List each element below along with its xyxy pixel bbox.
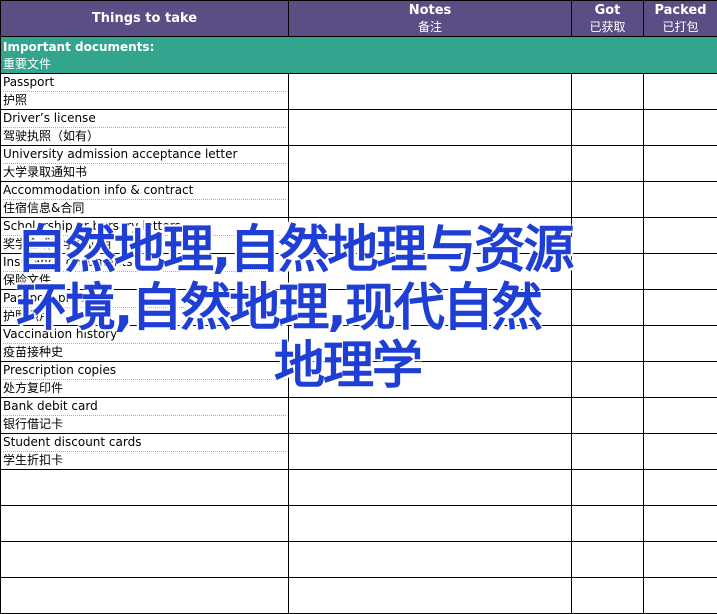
empty-cell[interactable] — [288, 469, 572, 506]
table-row: Driver’s license 驾驶执照（如有） — [0, 109, 717, 146]
empty-cell[interactable] — [0, 577, 289, 614]
notes-cell[interactable] — [288, 73, 572, 110]
empty-cell[interactable] — [643, 541, 717, 578]
checklist-table: Things to take Notes 备注 Got 已获取 Packed 已打包 … — [0, 0, 717, 614]
packed-cell[interactable] — [643, 361, 717, 398]
table-row: Scholarship or bursary letters 奖学金或助学金证明 — [0, 217, 717, 254]
packed-cell[interactable] — [643, 181, 717, 218]
section-title: Important documents: 重要文件 — [0, 36, 717, 74]
empty-cell[interactable] — [571, 577, 644, 614]
notes-cell[interactable] — [288, 217, 572, 254]
item-name-cell: Passport 护照 — [0, 73, 289, 110]
empty-row — [0, 505, 717, 542]
packed-cell[interactable] — [643, 145, 717, 182]
packed-cell[interactable] — [643, 433, 717, 470]
got-cell[interactable] — [571, 217, 644, 254]
notes-cell[interactable] — [288, 109, 572, 146]
empty-cell[interactable] — [0, 505, 289, 542]
table-row: Insurance documents 保险文件 — [0, 253, 717, 290]
notes-cell[interactable] — [288, 361, 572, 398]
item-name-cell: Insurance documents 保险文件 — [0, 253, 289, 290]
item-name-cell: Driver’s license 驾驶执照（如有） — [0, 109, 289, 146]
notes-cell[interactable] — [288, 181, 572, 218]
empty-cell[interactable] — [571, 469, 644, 506]
got-cell[interactable] — [571, 289, 644, 326]
column-header-got: Got 已获取 — [571, 0, 644, 37]
packed-cell[interactable] — [643, 73, 717, 110]
got-cell[interactable] — [571, 73, 644, 110]
item-name-cell: University admission acceptance letter 大学… — [0, 145, 289, 182]
notes-cell[interactable] — [288, 397, 572, 434]
empty-cell[interactable] — [643, 577, 717, 614]
got-cell[interactable] — [571, 361, 644, 398]
item-name-cell: Student discount cards 学生折扣卡 — [0, 433, 289, 470]
empty-row — [0, 577, 717, 614]
got-cell[interactable] — [571, 433, 644, 470]
empty-cell[interactable] — [0, 469, 289, 506]
table-row: Vaccination history 疫苗接种史 — [0, 325, 717, 362]
empty-cell[interactable] — [643, 505, 717, 542]
packed-cell[interactable] — [643, 253, 717, 290]
empty-row — [0, 469, 717, 506]
empty-cell[interactable] — [288, 577, 572, 614]
packed-cell[interactable] — [643, 325, 717, 362]
item-name-cell: Accommodation info & contract 住宿信息&合同 — [0, 181, 289, 218]
got-cell[interactable] — [571, 181, 644, 218]
packed-cell[interactable] — [643, 217, 717, 254]
table-row: Bank debit card 银行借记卡 — [0, 397, 717, 434]
table-row: University admission acceptance letter 大学… — [0, 145, 717, 182]
empty-cell[interactable] — [571, 505, 644, 542]
packed-cell[interactable] — [643, 109, 717, 146]
column-header-packed: Packed 已打包 — [643, 0, 717, 37]
item-name-cell: Scholarship or bursary letters 奖学金或助学金证明 — [0, 217, 289, 254]
column-header-notes: Notes 备注 — [288, 0, 572, 37]
empty-cell[interactable] — [288, 505, 572, 542]
got-cell[interactable] — [571, 253, 644, 290]
table-row: Student discount cards 学生折扣卡 — [0, 433, 717, 470]
got-cell[interactable] — [571, 325, 644, 362]
item-name-cell: Passport photos 护照照片 — [0, 289, 289, 326]
table-row: Prescription copies 处方复印件 — [0, 361, 717, 398]
got-cell[interactable] — [571, 397, 644, 434]
notes-cell[interactable] — [288, 325, 572, 362]
empty-cell[interactable] — [643, 469, 717, 506]
notes-cell[interactable] — [288, 289, 572, 326]
packed-cell[interactable] — [643, 289, 717, 326]
column-header-things: Things to take — [0, 0, 289, 37]
table-row: Accommodation info & contract 住宿信息&合同 — [0, 181, 717, 218]
packed-cell[interactable] — [643, 397, 717, 434]
empty-cell[interactable] — [288, 541, 572, 578]
item-name-cell: Bank debit card 银行借记卡 — [0, 397, 289, 434]
header-row: Things to take Notes 备注 Got 已获取 Packed 已打包 — [0, 0, 717, 37]
notes-cell[interactable] — [288, 433, 572, 470]
table-row: Passport photos 护照照片 — [0, 289, 717, 326]
notes-cell[interactable] — [288, 145, 572, 182]
empty-cell[interactable] — [571, 541, 644, 578]
empty-row — [0, 541, 717, 578]
empty-cell[interactable] — [0, 541, 289, 578]
got-cell[interactable] — [571, 109, 644, 146]
item-name-cell: Vaccination history 疫苗接种史 — [0, 325, 289, 362]
item-name-cell: Prescription copies 处方复印件 — [0, 361, 289, 398]
notes-cell[interactable] — [288, 253, 572, 290]
section-row-important-documents: Important documents: 重要文件 — [0, 36, 717, 74]
got-cell[interactable] — [571, 145, 644, 182]
table-row: Passport 护照 — [0, 73, 717, 110]
